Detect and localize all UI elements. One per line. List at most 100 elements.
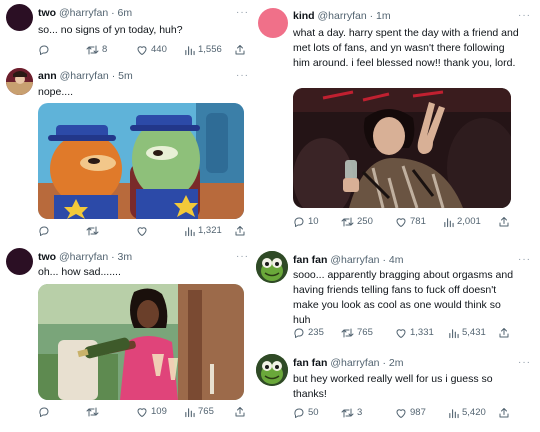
heart-icon bbox=[137, 227, 147, 236]
reply-button[interactable] bbox=[38, 406, 50, 418]
like-button[interactable]: 987 bbox=[395, 407, 426, 419]
like-button[interactable]: 109 bbox=[136, 406, 167, 418]
retweet-icon bbox=[341, 408, 354, 418]
retweet-button[interactable]: 765 bbox=[341, 327, 373, 339]
more-options-icon[interactable]: ··· bbox=[236, 8, 249, 18]
views-button[interactable]: 5,420 bbox=[448, 407, 486, 419]
more-options-icon[interactable]: ··· bbox=[518, 255, 531, 265]
heart-icon bbox=[396, 409, 406, 418]
reply-button[interactable]: 235 bbox=[293, 327, 324, 339]
retweet-button[interactable]: 3 bbox=[341, 407, 362, 419]
share-button[interactable] bbox=[498, 407, 510, 419]
like-button[interactable] bbox=[136, 225, 148, 237]
retweet-count: 3 bbox=[357, 407, 363, 418]
avatar[interactable] bbox=[6, 68, 33, 95]
woman-pouring-champagne-image[interactable] bbox=[38, 284, 244, 400]
retweet-icon bbox=[86, 407, 99, 417]
tweet-fanfan-2m[interactable]: fan fan @harryfan · 2m ··· but hey worke… bbox=[255, 350, 540, 432]
tweet-actions: 109 765 bbox=[38, 406, 252, 420]
heart-icon bbox=[396, 329, 406, 338]
avatar[interactable] bbox=[258, 8, 288, 38]
more-options-icon[interactable]: ··· bbox=[236, 252, 249, 262]
reply-button[interactable]: 50 bbox=[293, 407, 319, 419]
tweet-header: kind @harryfan · 1m bbox=[293, 10, 391, 23]
timestamp[interactable]: 3m bbox=[118, 251, 133, 263]
handle[interactable]: @harryfan bbox=[318, 10, 367, 22]
share-button[interactable] bbox=[234, 406, 246, 418]
heart-icon bbox=[137, 408, 147, 417]
view-count: 765 bbox=[198, 406, 214, 417]
view-count: 1,556 bbox=[198, 44, 222, 55]
avatar[interactable] bbox=[256, 354, 288, 386]
timestamp[interactable]: 6m bbox=[118, 7, 133, 19]
separator-dot: · bbox=[369, 10, 374, 22]
reply-count: 235 bbox=[308, 327, 324, 338]
like-count: 109 bbox=[151, 406, 167, 417]
views-button[interactable]: 1,556 bbox=[184, 44, 222, 56]
handle[interactable]: @harryfan bbox=[59, 251, 108, 263]
tweet-kind-1m[interactable]: kind @harryfan · 1m ··· what a day. harr… bbox=[255, 0, 540, 240]
reply-button[interactable]: 10 bbox=[293, 216, 319, 228]
more-options-icon[interactable]: ··· bbox=[518, 11, 531, 21]
retweet-button[interactable]: 8 bbox=[86, 44, 107, 56]
retweet-count: 250 bbox=[357, 216, 373, 227]
display-name[interactable]: fan fan bbox=[293, 357, 327, 369]
reply-button[interactable] bbox=[38, 44, 50, 56]
handle[interactable]: @harryfan bbox=[60, 70, 109, 82]
share-icon bbox=[235, 226, 245, 236]
display-name[interactable]: ann bbox=[38, 70, 57, 82]
timestamp[interactable]: 4m bbox=[389, 254, 404, 266]
more-options-icon[interactable]: ··· bbox=[518, 358, 531, 368]
tweet-two-3m[interactable]: two @harryfan · 3m ··· oh... how sad....… bbox=[0, 242, 252, 432]
reply-icon bbox=[39, 226, 49, 236]
more-options-icon[interactable]: ··· bbox=[236, 71, 249, 81]
handle[interactable]: @harryfan bbox=[59, 7, 108, 19]
tweet-two-6m[interactable]: two @harryfan · 6m ··· so... no signs of… bbox=[0, 0, 252, 62]
handle[interactable]: @harryfan bbox=[330, 254, 379, 266]
retweet-button[interactable] bbox=[86, 406, 99, 418]
avatar[interactable] bbox=[256, 251, 288, 283]
display-name[interactable]: two bbox=[38, 251, 56, 263]
timestamp[interactable]: 1m bbox=[376, 10, 391, 22]
tweet-header: two @harryfan · 6m bbox=[38, 7, 132, 20]
handle[interactable]: @harryfan bbox=[330, 357, 379, 369]
views-button[interactable]: 5,431 bbox=[448, 327, 486, 339]
retweet-button[interactable] bbox=[86, 225, 99, 237]
like-button[interactable]: 1,331 bbox=[395, 327, 434, 339]
share-button[interactable] bbox=[498, 216, 510, 228]
reply-button[interactable] bbox=[38, 225, 50, 237]
avatar[interactable] bbox=[6, 248, 33, 275]
display-name[interactable]: fan fan bbox=[293, 254, 327, 266]
analytics-icon bbox=[444, 217, 454, 227]
tweet-ann-5m[interactable]: ann @harryfan · 5m ··· nope.... 1,321 bbox=[0, 62, 252, 242]
share-button[interactable] bbox=[234, 44, 246, 56]
timestamp[interactable]: 2m bbox=[389, 357, 404, 369]
retweet-count: 8 bbox=[102, 44, 108, 55]
reply-icon bbox=[39, 407, 49, 417]
like-count: 987 bbox=[410, 407, 426, 418]
analytics-icon bbox=[449, 328, 459, 338]
share-button[interactable] bbox=[234, 225, 246, 237]
view-count: 5,420 bbox=[462, 407, 486, 418]
like-button[interactable]: 781 bbox=[395, 216, 426, 228]
cartoon-fish-meme-image[interactable] bbox=[38, 103, 244, 219]
woman-peace-sign-image[interactable] bbox=[293, 88, 511, 208]
tweet-fanfan-4m[interactable]: fan fan @harryfan · 4m ··· sooo... appar… bbox=[255, 245, 540, 350]
tweet-actions: 50 3 987 5,420 bbox=[293, 407, 533, 421]
timestamp[interactable]: 5m bbox=[118, 70, 133, 82]
like-button[interactable]: 440 bbox=[136, 44, 167, 56]
retweet-icon bbox=[86, 45, 99, 55]
share-button[interactable] bbox=[498, 327, 510, 339]
reply-icon bbox=[294, 217, 304, 227]
retweet-button[interactable]: 250 bbox=[341, 216, 373, 228]
tweet-actions: 1,321 bbox=[38, 225, 252, 239]
tweet-actions: 8 440 1,556 bbox=[38, 44, 252, 58]
views-button[interactable]: 765 bbox=[184, 406, 214, 418]
retweet-icon bbox=[341, 328, 354, 338]
display-name[interactable]: kind bbox=[293, 10, 315, 22]
avatar[interactable] bbox=[6, 4, 33, 31]
views-button[interactable]: 1,321 bbox=[184, 225, 222, 237]
display-name[interactable]: two bbox=[38, 7, 56, 19]
views-button[interactable]: 2,001 bbox=[443, 216, 481, 228]
share-icon bbox=[499, 408, 509, 418]
